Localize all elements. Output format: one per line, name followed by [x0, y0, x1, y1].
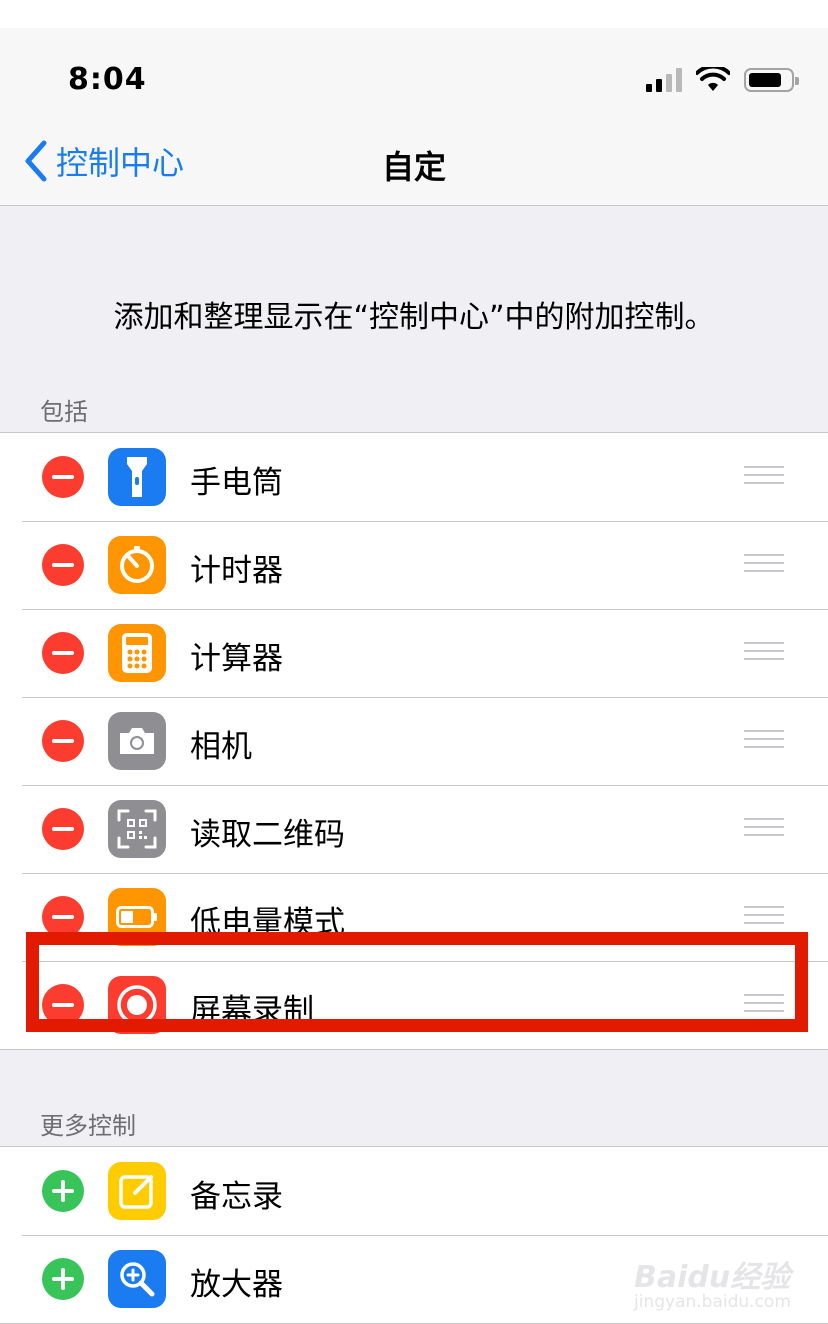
reorder-handle[interactable] — [744, 554, 784, 576]
reorder-handle[interactable] — [744, 466, 784, 488]
item-label: 备忘录 — [190, 1179, 283, 1215]
item-label: 计时器 — [190, 553, 283, 589]
reorder-handle[interactable] — [744, 906, 784, 928]
included-controls-list: 手电筒 计时器 计算器 相机 读取二维码 低电量模式 屏幕录制 — [0, 432, 828, 1050]
remove-button[interactable] — [42, 632, 84, 674]
reorder-handle[interactable] — [744, 642, 784, 664]
reorder-handle[interactable] — [744, 994, 784, 1016]
battery-icon — [744, 68, 799, 92]
notes-icon — [108, 1162, 166, 1220]
low-power-battery-icon — [108, 888, 166, 946]
item-label: 读取二维码 — [190, 817, 345, 853]
remove-button[interactable] — [42, 456, 84, 498]
list-item: 备忘录 — [0, 1147, 828, 1235]
camera-icon — [108, 712, 166, 770]
status-time: 8:04 — [68, 62, 147, 97]
wifi-icon — [696, 67, 730, 91]
remove-button[interactable] — [42, 808, 84, 850]
timer-icon — [108, 536, 166, 594]
item-label: 手电筒 — [190, 465, 283, 501]
list-item: 屏幕录制 — [0, 961, 828, 1049]
description-text: 添加和整理显示在“控制中心”中的附加控制。 — [113, 300, 715, 335]
reorder-handle[interactable] — [744, 730, 784, 752]
remove-button[interactable] — [42, 896, 84, 938]
list-item: 低电量模式 — [0, 873, 828, 961]
add-button[interactable] — [42, 1170, 84, 1212]
status-icons — [646, 66, 799, 94]
remove-button[interactable] — [42, 984, 84, 1026]
list-item: 读取二维码 — [0, 785, 828, 873]
reorder-handle[interactable] — [744, 818, 784, 840]
add-button[interactable] — [42, 1258, 84, 1300]
watermark-text: Baidu经验 — [634, 1260, 791, 1295]
navigation-bar: 8:04 控制中心 自定 — [0, 28, 828, 206]
list-item: 计算器 — [0, 609, 828, 697]
section-header-included: 包括 — [40, 398, 88, 426]
item-label: 放大器 — [190, 1267, 283, 1303]
list-item: 计时器 — [0, 521, 828, 609]
magnifier-icon — [108, 1250, 166, 1308]
screen-record-icon — [108, 976, 166, 1034]
control-center-customize-screen: 8:04 控制中心 自定 添加和整理显示在“控制中心”中的附加控制。 包括 手电… — [0, 28, 828, 1324]
calculator-icon — [108, 624, 166, 682]
item-label: 计算器 — [190, 641, 283, 677]
remove-button[interactable] — [42, 544, 84, 586]
item-label: 低电量模式 — [190, 905, 345, 941]
item-label: 相机 — [190, 729, 252, 765]
watermark-url: jingyan.baidu.com — [634, 1292, 791, 1312]
section-header-more: 更多控制 — [40, 1112, 136, 1140]
item-label: 屏幕录制 — [190, 993, 314, 1029]
baidu-watermark: Baidu经验 jingyan.baidu.com — [634, 1242, 794, 1322]
page-title: 自定 — [381, 148, 446, 186]
list-item: 相机 — [0, 697, 828, 785]
list-item: 手电筒 — [0, 433, 828, 521]
qr-code-icon — [108, 800, 166, 858]
remove-button[interactable] — [42, 720, 84, 762]
cellular-signal-icon — [646, 68, 682, 92]
flashlight-icon — [108, 448, 166, 506]
